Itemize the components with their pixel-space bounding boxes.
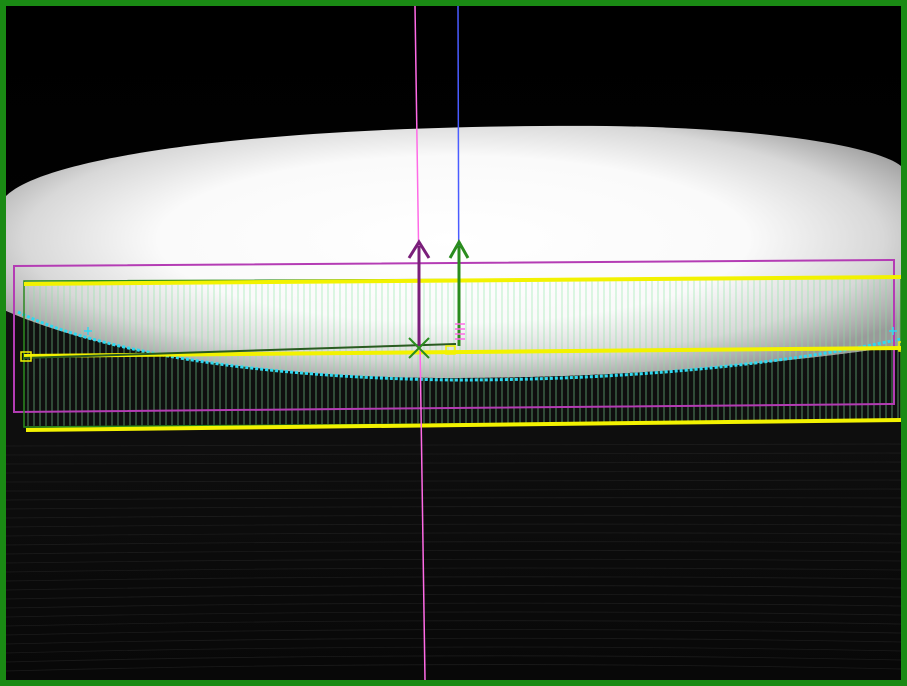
camera-viewer [0,0,907,686]
inspection-image [6,6,901,680]
